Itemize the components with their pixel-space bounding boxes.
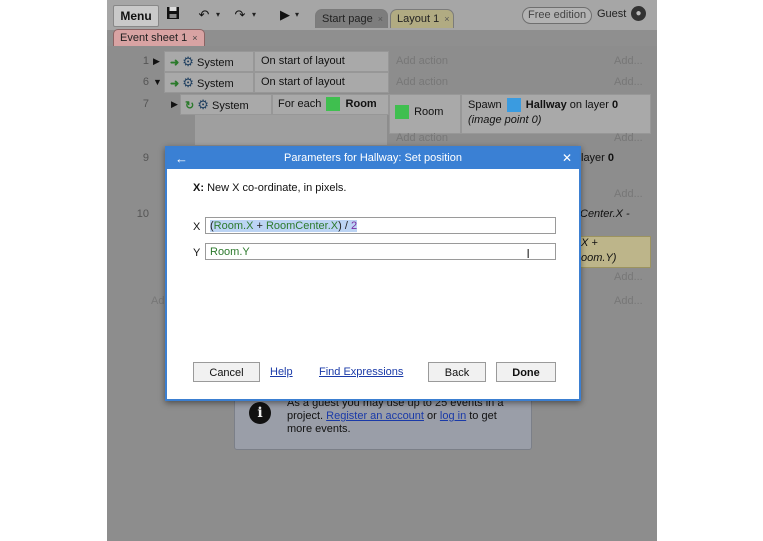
room-object-icon (395, 105, 409, 120)
tab-label: Layout 1 (397, 13, 440, 25)
help-link[interactable]: Help (270, 366, 293, 378)
text-cursor-icon: I (526, 246, 530, 261)
add-link[interactable]: Add... (614, 132, 643, 144)
play-icon[interactable]: ▶ (276, 6, 294, 24)
undo-icon[interactable]: ↶ (195, 6, 213, 24)
condition-object: System (197, 78, 234, 90)
action-cell[interactable]: Spawn Hallway on layer 0 (image point 0) (461, 94, 651, 134)
guest-label[interactable]: Guest (597, 8, 626, 20)
redo-dropdown-caret[interactable]: ▾ (252, 6, 260, 24)
x-expression-selection: (Room.X + RoomCenter.X) / 2 (210, 220, 358, 232)
action-target: Hallway (525, 99, 567, 111)
tab-event-sheet-1[interactable]: Event sheet 1 × (113, 29, 205, 47)
trigger-arrow-icon: ➜ (170, 57, 180, 69)
action-expression-partial: X + (581, 237, 598, 249)
expand-arrow-icon[interactable]: ▶ (171, 99, 178, 110)
cancel-button[interactable]: Cancel (193, 362, 260, 382)
tab-layout-1[interactable]: Layout 1 × (390, 9, 455, 28)
condition-cell[interactable]: On start of layout (254, 72, 389, 93)
condition-object-cell[interactable]: ↻ ⚙ System (180, 94, 272, 115)
floppy-disk-icon[interactable] (164, 6, 182, 24)
menu-button[interactable]: Menu (113, 5, 159, 27)
action-object-cell[interactable]: Room (389, 94, 461, 134)
system-gear-icon: ⚙ (197, 97, 209, 112)
y-parameter-input[interactable]: Room.Y I (205, 243, 556, 261)
hallway-object-icon (506, 98, 521, 113)
add-action-link[interactable]: Add action (396, 55, 448, 67)
redo-icon[interactable]: ↷ (231, 6, 249, 24)
info-icon: i (249, 402, 271, 424)
tab-start-page[interactable]: Start page × (315, 9, 389, 28)
play-dropdown-caret[interactable]: ▾ (295, 6, 303, 24)
system-gear-icon: ⚙ (182, 75, 194, 90)
condition-text: For each (278, 98, 322, 110)
back-button[interactable]: Back (428, 362, 486, 382)
sub-event-area (195, 115, 387, 145)
undo-dropdown-caret[interactable]: ▾ (216, 6, 224, 24)
event-number: 10 (136, 208, 149, 220)
condition-object-cell[interactable]: ➜ ⚙ System (164, 51, 254, 72)
condition-cell[interactable]: On start of layout (254, 51, 389, 72)
condition-object-cell[interactable]: ➜ ⚙ System (164, 72, 254, 93)
action-prefix: Spawn (468, 99, 502, 111)
guest-info-text: As a guest you may use up to 25 events i… (287, 397, 523, 436)
add-link[interactable]: Add... (614, 188, 643, 200)
find-expressions-link[interactable]: Find Expressions (319, 366, 403, 378)
close-icon[interactable]: ✕ (562, 148, 572, 169)
action-image-point: (image point 0) (468, 114, 542, 126)
free-edition-badge[interactable]: Free edition (522, 7, 593, 24)
collapse-arrow-icon[interactable]: ▼ (153, 77, 162, 87)
add-link[interactable]: Add... (614, 76, 643, 88)
event-number: 9 (142, 152, 149, 164)
info-text-or: or (427, 410, 437, 422)
parameter-description: X: New X co-ordinate, in pixels. (193, 182, 347, 194)
event-number: 7 (142, 98, 149, 110)
add-link[interactable]: Add... (614, 271, 643, 283)
x-parameter-label: X (193, 221, 201, 233)
add-link[interactable]: Add... (614, 295, 643, 307)
action-expression-partial: Center.X - (580, 208, 630, 220)
event-number: 1 (142, 55, 149, 67)
y-parameter-label: Y (193, 247, 201, 259)
add-link[interactable]: Add... (614, 55, 643, 67)
y-expression: Room.Y (210, 246, 250, 258)
action-layer-text: on layer (569, 99, 609, 111)
add-action-link[interactable]: Add action (396, 76, 448, 88)
tab-close-icon[interactable]: × (378, 14, 387, 24)
done-button[interactable]: Done (496, 362, 556, 382)
event-number: 6 (142, 76, 149, 88)
loop-icon: ↻ (185, 100, 195, 112)
main-toolbar: Menu ↶ ▾ ↷ ▾ ▶ ▾ Start page × Layout 1 × F… (107, 0, 657, 30)
parameters-dialog: ← Parameters for Hallway: Set position ✕… (165, 146, 581, 401)
condition-object-name: Room (345, 98, 377, 110)
action-object: Room (414, 106, 444, 118)
condition-text: On start of layout (261, 55, 345, 67)
log-in-link[interactable]: log in (440, 410, 466, 422)
action-layer-partial: layer 0 (581, 152, 615, 164)
tab-close-icon[interactable]: × (444, 14, 453, 24)
sheet-tab-label: Event sheet 1 (120, 32, 188, 44)
tab-label: Start page (322, 13, 373, 25)
expand-arrow-icon[interactable]: ▶ (153, 56, 160, 67)
condition-object: System (197, 57, 234, 69)
trigger-arrow-icon: ➜ (170, 78, 180, 90)
add-action-link[interactable]: Add action (396, 132, 448, 144)
action-expression-partial: oom.Y) (581, 252, 617, 264)
condition-object: System (212, 100, 249, 112)
system-gear-icon: ⚙ (182, 54, 194, 69)
sheet-tab-close-icon[interactable]: × (192, 33, 197, 43)
register-account-link[interactable]: Register an account (326, 410, 424, 422)
room-object-icon (326, 97, 341, 112)
condition-cell[interactable]: For each Room (272, 94, 389, 115)
user-account-icon[interactable]: ● (631, 6, 646, 21)
back-arrow-icon[interactable]: ← (175, 148, 188, 169)
dialog-title-bar: ← Parameters for Hallway: Set position ✕ (167, 148, 579, 169)
condition-text: On start of layout (261, 76, 345, 88)
action-layer: 0 (612, 99, 619, 111)
dialog-title: Parameters for Hallway: Set position (284, 152, 462, 164)
x-parameter-input[interactable]: (Room.X + RoomCenter.X) / 2 (205, 217, 556, 234)
